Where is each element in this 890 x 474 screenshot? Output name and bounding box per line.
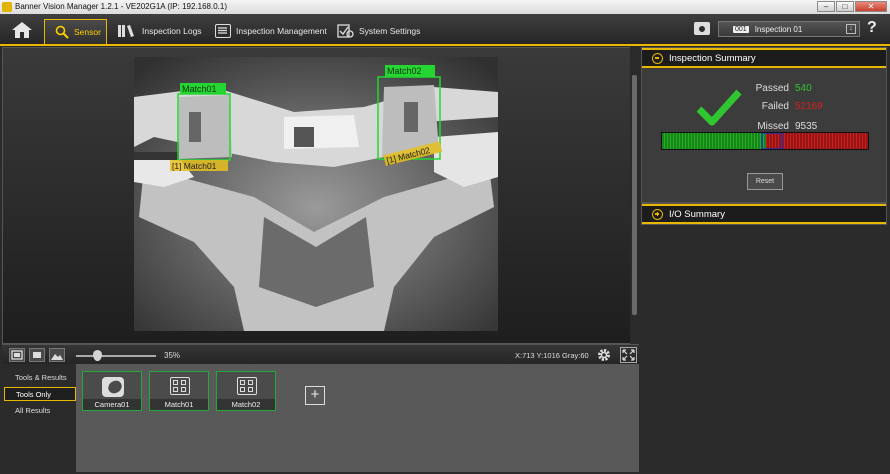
tab-sensor-label: Sensor	[74, 27, 101, 37]
failed-count: 52169	[795, 101, 823, 112]
view-controls: 35% X:713 Y:1016 Gray:60	[2, 344, 639, 364]
inspection-summary-title: Inspection Summary	[669, 52, 756, 64]
fit-view-icon	[11, 350, 23, 360]
tab-inspection-management[interactable]: Inspection Management	[215, 19, 327, 42]
zoom-slider-knob[interactable]	[93, 350, 102, 361]
zoom-level: 35%	[164, 351, 181, 360]
scrollbar-thumb[interactable]	[632, 75, 637, 315]
match-grid-icon	[237, 377, 257, 395]
camera-image[interactable]: Match01 [1] Match01 Match02 [1] Match02	[134, 57, 498, 331]
match01-result-tag: [1] Match01	[172, 161, 217, 171]
fit-view-button[interactable]	[9, 348, 25, 362]
passed-count: 540	[795, 83, 812, 94]
maximize-button[interactable]: □	[836, 1, 854, 12]
actual-size-icon	[33, 352, 41, 358]
failed-label: Failed	[761, 101, 789, 112]
zoom-slider-track[interactable]	[76, 355, 156, 357]
expand-arrows-icon	[622, 349, 635, 361]
window-title: Banner Vision Manager 1.2.1 - VE202G1A (…	[15, 2, 227, 11]
fullscreen-button[interactable]	[620, 347, 637, 363]
tool-camera01[interactable]: Camera01	[82, 371, 142, 411]
list-icon	[215, 23, 231, 38]
close-button[interactable]: ✕	[855, 1, 887, 12]
tab-system-settings[interactable]: System Settings	[337, 19, 420, 42]
title-bar: Banner Vision Manager 1.2.1 - VE202G1A (…	[0, 0, 890, 14]
inspection-image: Match01 [1] Match01 Match02 [1] Match02	[134, 57, 498, 331]
expand-icon[interactable]	[652, 208, 663, 220]
pixel-coordinates: X:713 Y:1016 Gray:60	[515, 351, 589, 360]
actual-size-button[interactable]	[29, 348, 45, 362]
filter-tools-only[interactable]: Tools Only	[4, 387, 76, 401]
inspection-selector[interactable]: 001 Inspection 01 ↓	[718, 21, 860, 37]
tool-label: Match01	[150, 399, 208, 410]
minimize-button[interactable]: –	[817, 1, 835, 12]
match02-overlay-label: Match02	[387, 66, 422, 76]
tab-inspection-logs[interactable]: Inspection Logs	[117, 19, 202, 42]
camera-icon	[102, 377, 124, 397]
tab-sensor[interactable]: Sensor	[44, 19, 107, 44]
pass-fail-history-bar	[661, 132, 869, 150]
match01-overlay-label: Match01	[182, 84, 217, 94]
home-icon[interactable]	[10, 20, 34, 40]
missed-label: Missed	[757, 121, 789, 132]
add-tool-button[interactable]: +	[305, 386, 325, 405]
tool-label: Match02	[217, 399, 275, 410]
tool-match01[interactable]: Match01	[149, 371, 209, 411]
image-view-button[interactable]	[49, 348, 65, 362]
magnifier-gear-icon	[55, 25, 69, 39]
settings-check-icon	[337, 24, 354, 38]
tool-label: Camera01	[83, 399, 141, 410]
inspection-name: Inspection 01	[754, 24, 803, 34]
io-summary-header[interactable]: I/O Summary	[642, 204, 886, 224]
filter-tools-results[interactable]: Tools & Results	[4, 371, 76, 385]
inspection-number: 001	[733, 25, 749, 33]
tab-inspection-management-label: Inspection Management	[236, 25, 327, 36]
books-icon	[118, 24, 134, 37]
download-icon[interactable]: ↓	[846, 24, 856, 34]
filter-all-results[interactable]: All Results	[4, 404, 76, 418]
tab-system-settings-label: System Settings	[359, 25, 421, 36]
inspection-summary-panel: Inspection Summary Passed 540 Failed 521…	[641, 47, 887, 203]
tool-match02[interactable]: Match02	[216, 371, 276, 411]
collapse-icon[interactable]	[652, 52, 663, 64]
inspection-summary-header[interactable]: Inspection Summary	[642, 48, 886, 68]
reset-button[interactable]: Reset	[747, 173, 783, 190]
match-grid-icon	[170, 377, 190, 395]
main-toolbar: Sensor Inspection Logs Inspection Manage…	[0, 14, 890, 46]
tools-area: Tools & Results Tools Only All Results C…	[2, 364, 639, 472]
io-summary-title: I/O Summary	[669, 208, 725, 220]
mountain-image-icon	[51, 354, 63, 360]
passed-label: Passed	[755, 83, 789, 94]
io-summary-panel: I/O Summary	[641, 203, 887, 225]
help-button[interactable]: ?	[867, 19, 877, 37]
tools-filter-list: Tools & Results Tools Only All Results	[2, 364, 76, 472]
missed-count: 9535	[795, 121, 818, 132]
tab-inspection-logs-label: Inspection Logs	[142, 25, 202, 36]
viewer-scrollbar[interactable]	[630, 47, 639, 344]
app-logo-icon	[2, 2, 12, 12]
camera-capture-icon[interactable]	[694, 22, 710, 35]
gear-icon[interactable]	[597, 348, 611, 362]
